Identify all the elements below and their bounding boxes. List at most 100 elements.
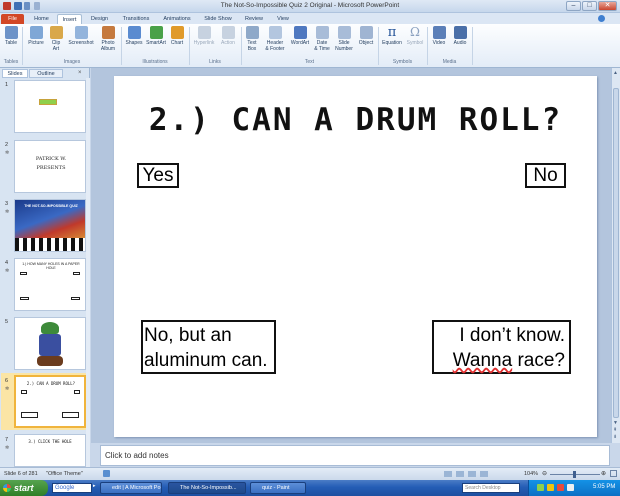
volume-icon[interactable] [567, 484, 574, 491]
header-footer-icon [268, 26, 282, 39]
group-label-images: Images [63, 59, 81, 65]
help-icon[interactable] [598, 15, 605, 22]
notes-placeholder: Click to add notes [105, 451, 169, 460]
slide-number-icon [337, 26, 351, 39]
photo-album-button[interactable]: Photo Album [97, 26, 119, 52]
close-pane-icon[interactable]: × [78, 70, 82, 76]
zoom-in-icon[interactable]: ⊕ [601, 470, 606, 477]
text-box-button[interactable]: Text Box [243, 26, 261, 52]
slide-thumb-2[interactable]: PATRICK W. PRESENTS [14, 140, 86, 193]
thumb-image [39, 99, 57, 105]
next-slide-icon[interactable]: ⇟ [613, 434, 617, 440]
answer-yes[interactable]: Yes [137, 163, 179, 188]
start-button[interactable]: start [0, 480, 48, 496]
thumb-box [21, 390, 27, 394]
minimize-button[interactable]: – [566, 1, 581, 11]
thumb-number: 5 [5, 319, 9, 325]
picture-button[interactable]: Picture [25, 26, 47, 47]
tab-insert[interactable]: Insert [57, 14, 82, 24]
fit-to-window-icon[interactable] [610, 470, 617, 477]
tray-icon[interactable] [547, 484, 554, 491]
normal-view-icon[interactable] [444, 471, 452, 477]
table-button[interactable]: Table [3, 26, 19, 47]
tab-file[interactable]: File [1, 14, 24, 24]
thumb-number: 4 [5, 260, 9, 266]
date-time-button[interactable]: Date & Time [312, 26, 332, 52]
tab-animations[interactable]: Animations [157, 14, 197, 24]
taskbar-item-powerpoint[interactable]: The Not-So-Impossib... [168, 482, 246, 494]
group-separator [472, 27, 473, 65]
animation-star-icon: ✲ [5, 150, 10, 156]
tray-icon[interactable] [537, 484, 544, 491]
slide-show-icon[interactable] [480, 471, 488, 477]
slide-thumb-6[interactable]: 2.) CAN A DRUM ROLL? [14, 375, 86, 428]
object-button[interactable]: Object [356, 26, 376, 47]
notes-pane[interactable]: Click to add notes [100, 445, 610, 466]
maximize-button[interactable]: □ [582, 1, 597, 11]
slide-sorter-icon[interactable] [456, 471, 464, 477]
scroll-down-icon[interactable]: ▼ [613, 420, 618, 426]
slide-number-button[interactable]: Slide Number [333, 26, 355, 52]
ribbon: Table Picture Clip Art Screenshot Photo Al… [0, 24, 620, 68]
clip-art-button[interactable]: Clip Art [48, 26, 64, 52]
video-button[interactable]: Video [429, 26, 449, 47]
zoom-out-icon[interactable]: ⊖ [542, 470, 547, 477]
photo-album-icon [101, 26, 115, 39]
smartart-button[interactable]: SmartArt [145, 26, 167, 47]
search-arrow-icon[interactable]: ▸ [93, 483, 96, 489]
screenshot-icon [74, 26, 88, 39]
group-label-text: Text [304, 59, 315, 65]
object-icon [359, 26, 373, 39]
slide-title[interactable]: 2.) CAN A DRUM ROLL? [114, 102, 597, 138]
thumb-number: 7 [5, 437, 9, 443]
audio-button[interactable]: Audio [450, 26, 470, 47]
tab-design[interactable]: Design [86, 14, 113, 24]
answer-no[interactable]: No [525, 163, 566, 188]
slide-scrollbar[interactable]: ▲ ▼ ⇞ ⇟ [611, 68, 620, 443]
symbol-button[interactable]: Ω Symbol [405, 26, 425, 47]
shapes-icon [127, 26, 141, 39]
zoom-level[interactable]: 104% [524, 471, 538, 477]
tab-review[interactable]: Review [240, 14, 268, 24]
desktop-search-box[interactable]: Search Desktop [462, 483, 520, 493]
screenshot-button[interactable]: Screenshot [66, 26, 96, 47]
slide-thumb-7[interactable]: 3.) CLICK THE HOLE [14, 434, 86, 467]
tab-slide-show[interactable]: Slide Show [199, 14, 237, 24]
close-button[interactable]: ✕ [598, 1, 617, 11]
answer-dont-know[interactable]: I don’t know. Wanna race? [432, 320, 571, 374]
scroll-up-icon[interactable]: ▲ [613, 70, 619, 76]
tray-icon[interactable] [557, 484, 564, 491]
tab-transitions[interactable]: Transitions [117, 14, 155, 24]
shapes-button[interactable]: Shapes [124, 26, 144, 47]
slide-thumb-3[interactable]: THE NOT-SO-IMPOSSIBLE QUIZ [14, 199, 86, 252]
text-box-icon [245, 26, 259, 39]
tab-slides[interactable]: Slides [2, 69, 28, 78]
tab-outline[interactable]: Outline [29, 69, 63, 78]
wordart-button[interactable]: WordArt [289, 26, 311, 47]
spellcheck-icon[interactable] [103, 470, 110, 477]
window-title: The Not-So-Impossible Quiz 2 Original - … [220, 2, 400, 9]
chart-button[interactable]: Chart [168, 26, 186, 47]
slide-thumb-5[interactable] [14, 317, 86, 370]
answer-aluminum-can[interactable]: No, but an aluminum can. [141, 320, 276, 374]
taskbar-item-firefox[interactable]: edit | A Microsoft Po... [100, 482, 162, 494]
slide-thumb-1[interactable] [14, 80, 86, 133]
tab-view[interactable]: View [271, 14, 295, 24]
reading-view-icon[interactable] [468, 471, 476, 477]
previous-slide-icon[interactable]: ⇞ [613, 427, 617, 433]
answer-line-2: Wanna race? [452, 350, 565, 371]
slides-pane-scrollbar[interactable] [86, 78, 90, 467]
scroll-thumb[interactable] [613, 88, 619, 418]
slide-canvas[interactable]: 2.) CAN A DRUM ROLL? Yes No No, but an a… [114, 76, 597, 437]
equation-button[interactable]: π Equation [380, 26, 404, 47]
slide-thumb-4[interactable]: 1.) HOW MANY HOLES IN A PAPER HOLE [14, 258, 86, 311]
tab-home[interactable]: Home [29, 14, 54, 24]
action-button[interactable]: Action [218, 26, 238, 47]
hyperlink-button[interactable]: Hyperlink [191, 26, 217, 47]
zoom-slider-thumb[interactable] [573, 471, 576, 478]
google-search-box[interactable]: Google [52, 483, 92, 493]
taskbar-item-paint[interactable]: quiz - Paint [250, 482, 306, 494]
clock[interactable]: 5:05 PM [593, 484, 615, 490]
thumb-image [37, 356, 63, 366]
header-footer-button[interactable]: Header & Footer [262, 26, 288, 52]
